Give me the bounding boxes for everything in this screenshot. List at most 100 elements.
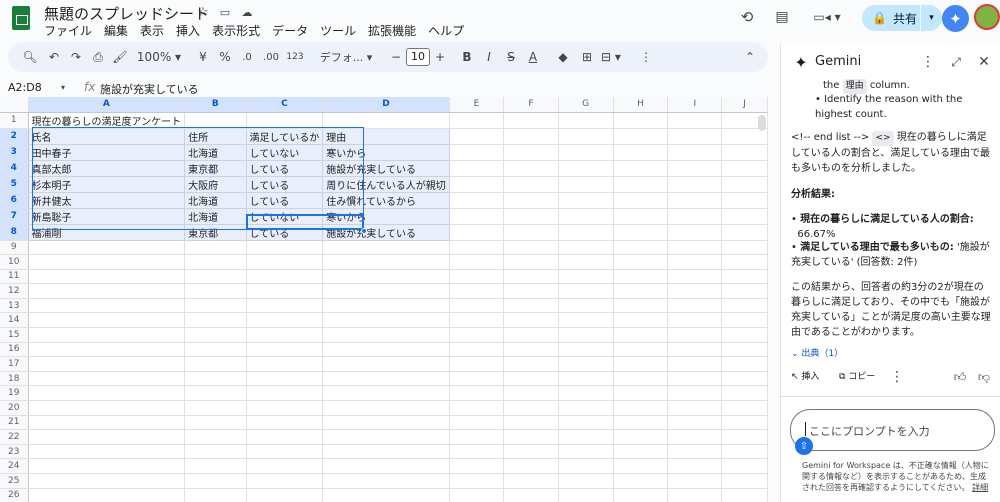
row-header[interactable]: 17 <box>0 356 29 372</box>
cell[interactable] <box>721 160 768 177</box>
cell[interactable] <box>613 444 669 460</box>
cell[interactable]: 田中春子 <box>28 144 186 161</box>
cell[interactable] <box>667 283 723 299</box>
increase-font-size-button[interactable]: + <box>434 42 446 72</box>
cell[interactable] <box>449 240 505 256</box>
cell[interactable] <box>721 327 768 343</box>
cell[interactable] <box>449 298 505 314</box>
cell[interactable]: 東京都 <box>184 160 247 177</box>
thumbs-up-icon[interactable]: 👍︎ <box>953 370 967 384</box>
sources-toggle[interactable]: ⌄ 出典（1） <box>791 347 843 362</box>
decrease-font-size-button[interactable]: − <box>390 42 402 72</box>
name-box[interactable]: A2:D8 <box>8 81 42 94</box>
cell[interactable] <box>721 298 768 314</box>
cell[interactable] <box>503 192 559 209</box>
cell[interactable] <box>246 473 324 489</box>
cell[interactable] <box>322 458 450 474</box>
cell[interactable] <box>667 312 723 329</box>
cell[interactable] <box>721 283 768 299</box>
cell[interactable] <box>184 342 247 358</box>
cell[interactable] <box>28 283 186 299</box>
cell[interactable]: 杉本明子 <box>28 176 186 193</box>
cell[interactable] <box>503 371 559 387</box>
cell[interactable] <box>322 371 450 387</box>
cell[interactable] <box>667 176 723 193</box>
cell[interactable]: 福浦剛 <box>28 224 186 241</box>
cell[interactable] <box>558 160 614 177</box>
row-header[interactable]: 25 <box>0 473 29 489</box>
cell[interactable] <box>613 473 669 489</box>
cell[interactable] <box>721 415 768 431</box>
cell[interactable] <box>449 473 505 489</box>
cell[interactable] <box>449 269 505 285</box>
cell[interactable]: 現在の暮らしの満足度アンケート <box>28 112 186 129</box>
cell[interactable] <box>503 385 559 402</box>
cell[interactable] <box>667 385 723 402</box>
cell[interactable] <box>667 371 723 387</box>
row-header[interactable]: 14 <box>0 312 29 329</box>
column-header-h[interactable]: H <box>613 97 669 113</box>
cell[interactable] <box>184 327 247 343</box>
cell[interactable] <box>184 371 247 387</box>
cell[interactable] <box>184 385 247 402</box>
cell[interactable] <box>667 327 723 343</box>
cell[interactable] <box>246 356 324 372</box>
column-header-j[interactable]: J <box>721 97 768 113</box>
cell[interactable] <box>613 371 669 387</box>
cell[interactable]: 北海道 <box>184 192 247 209</box>
cell[interactable] <box>667 444 723 460</box>
cell[interactable] <box>503 160 559 177</box>
menu-edit[interactable]: 編集 <box>104 22 128 39</box>
cell[interactable] <box>503 415 559 431</box>
meet-icon[interactable]: ▭◂ ▾ <box>812 8 842 26</box>
cell[interactable] <box>613 488 669 502</box>
document-title[interactable]: 無題のスプレッドシート <box>44 3 209 24</box>
cell[interactable] <box>503 473 559 489</box>
cell[interactable] <box>449 283 505 299</box>
sheets-logo-icon[interactable] <box>12 6 30 30</box>
merge-cells-icon[interactable]: ⊟ ▾ <box>600 42 622 72</box>
cell[interactable] <box>449 400 505 416</box>
cell[interactable] <box>613 144 669 161</box>
cell[interactable] <box>558 112 614 129</box>
row-header[interactable]: 16 <box>0 342 29 358</box>
cell[interactable] <box>721 342 768 358</box>
cell[interactable] <box>721 224 768 241</box>
cell[interactable]: 大阪府 <box>184 176 247 193</box>
cell[interactable] <box>667 240 723 256</box>
learn-more-link[interactable]: 詳細 <box>972 483 988 492</box>
cell[interactable] <box>184 298 247 314</box>
number-format-button[interactable]: 123 <box>285 42 305 72</box>
paint-format-icon[interactable]: 🖌︎ <box>112 42 128 72</box>
menu-insert[interactable]: 挿入 <box>176 22 200 39</box>
cell[interactable] <box>322 240 450 256</box>
cell[interactable] <box>449 458 505 474</box>
cell[interactable] <box>449 128 505 145</box>
row-header[interactable]: 8 <box>0 224 29 241</box>
copy-button[interactable]: ⧉ コピー <box>839 370 875 385</box>
response-more-icon[interactable]: ⋮ <box>890 369 904 385</box>
cell[interactable]: している <box>246 176 324 193</box>
cell[interactable]: していない <box>246 144 324 161</box>
cell[interactable] <box>28 327 186 343</box>
cell[interactable] <box>613 458 669 474</box>
cell[interactable] <box>184 473 247 489</box>
cell[interactable] <box>558 298 614 314</box>
cell[interactable] <box>184 269 247 285</box>
cell[interactable] <box>246 327 324 343</box>
cell[interactable] <box>246 400 324 416</box>
cell[interactable] <box>558 342 614 358</box>
cell[interactable] <box>721 371 768 387</box>
cell[interactable]: 東京都 <box>184 224 247 241</box>
cell[interactable] <box>721 458 768 474</box>
cell[interactable]: 真部太郎 <box>28 160 186 177</box>
cell[interactable] <box>613 160 669 177</box>
cell[interactable] <box>449 429 505 445</box>
cell[interactable] <box>558 473 614 489</box>
print-icon[interactable]: ⎙ <box>90 42 106 72</box>
cell[interactable] <box>28 356 186 372</box>
cell[interactable] <box>503 444 559 460</box>
cell[interactable] <box>246 371 324 387</box>
cell[interactable] <box>558 283 614 299</box>
cell[interactable] <box>613 327 669 343</box>
